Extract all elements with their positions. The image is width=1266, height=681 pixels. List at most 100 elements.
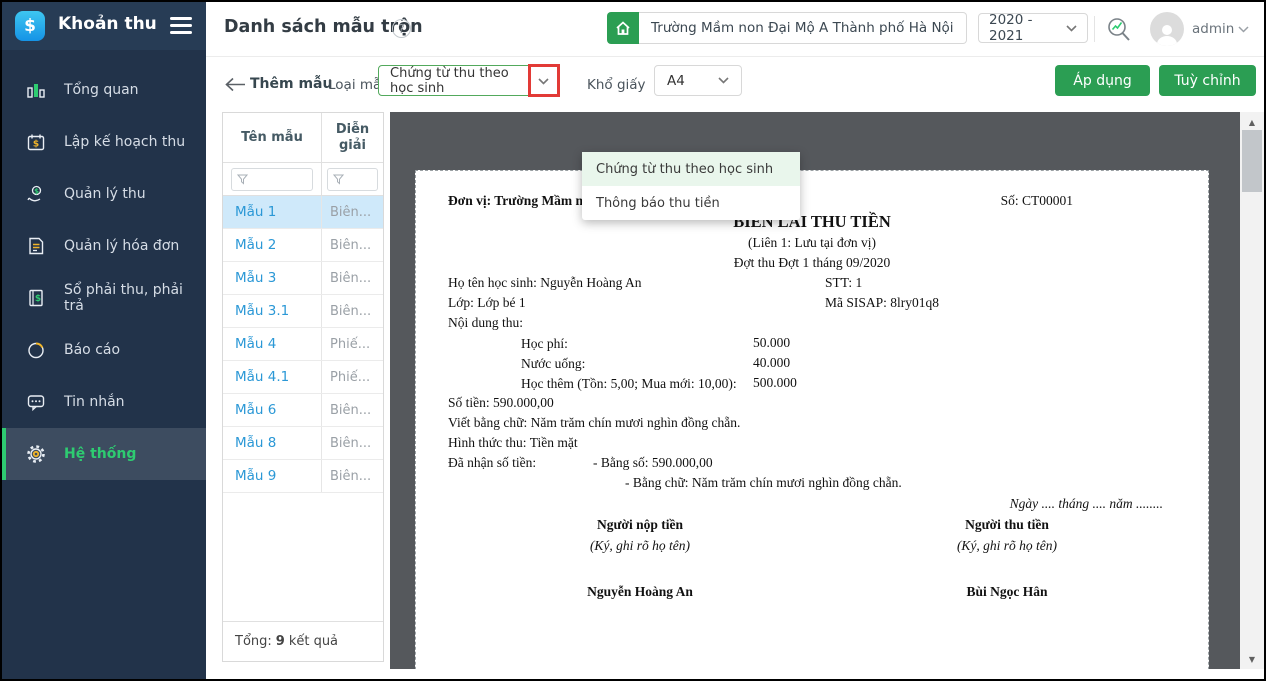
doc-signature-titles: Người nộp tiền Người thu tiền	[534, 514, 1113, 536]
sidebar-item-collection[interactable]: $ Quản lý thu	[2, 168, 206, 220]
school-year-select[interactable]: 2020 - 2021	[978, 12, 1088, 44]
customize-button[interactable]: Tuỳ chỉnh	[1159, 65, 1256, 96]
school-name[interactable]: Trường Mầm non Đại Mộ A Thành phố Hà Nội	[639, 12, 967, 44]
scroll-down-icon[interactable]: ▼	[1240, 651, 1264, 667]
paper-size-value: A4	[667, 72, 685, 89]
invoice-icon	[24, 234, 48, 258]
svg-text:$: $	[34, 188, 39, 196]
doc-date-line: Ngày .... tháng .... năm ........	[1009, 496, 1163, 511]
ledger-book-icon: $	[24, 286, 48, 310]
doc-number: Số: CT00001	[1000, 193, 1073, 208]
table-row[interactable]: Mẫu 9 Biên...	[223, 460, 383, 493]
sidebar-item-system[interactable]: Hệ thống	[2, 428, 206, 480]
template-type-select[interactable]: Chứng từ thu theo học sinh	[378, 65, 560, 96]
doc-received-row: Đã nhận số tiền: - Bằng số: 590.000,00	[448, 455, 713, 470]
app-window: $ Khoản thu Tổng quan $ Lập kế hoạch thu…	[0, 0, 1266, 681]
sidebar-item-invoices[interactable]: Quản lý hóa đơn	[2, 220, 206, 272]
doc-content-label: Nội dung thu:	[448, 315, 524, 330]
sidebar-item-label: Quản lý hóa đơn	[64, 238, 180, 254]
doc-class: Lớp: Lớp bé 1	[448, 295, 526, 310]
doc-total: Số tiền: 590.000,00	[448, 395, 554, 410]
doc-signature-notes: (Ký, ghi rõ họ tên) (Ký, ghi rõ họ tên)	[534, 536, 1113, 556]
doc-stt: STT: 1	[825, 275, 863, 290]
header-divider	[1094, 16, 1095, 42]
vertical-scrollbar[interactable]: ▲ ▼	[1240, 112, 1264, 669]
home-icon[interactable]	[607, 12, 639, 44]
sidebar-nav: Tổng quan $ Lập kế hoạch thu $ Quản lý t…	[2, 64, 206, 480]
sidebar-item-reports[interactable]: Báo cáo	[2, 324, 206, 376]
template-type-value: Chứng từ thu theo học sinh	[390, 65, 509, 96]
menu-toggle-icon[interactable]	[170, 17, 192, 38]
apply-button[interactable]: Áp dụng	[1055, 65, 1150, 96]
sidebar-item-overview[interactable]: Tổng quan	[2, 64, 206, 116]
table-footer: Tổng: 9 kết quả	[223, 621, 383, 661]
doc-collector-sign-note: (Ký, ghi rõ họ tên)	[956, 538, 1058, 553]
dropdown-option[interactable]: Chứng từ thu theo học sinh	[582, 152, 800, 186]
desc-filter-input[interactable]	[326, 167, 379, 191]
doc-payer-title: Người nộp tiền	[596, 517, 684, 532]
sidebar-item-label: Báo cáo	[64, 342, 121, 358]
table-row[interactable]: Mẫu 3.1 Biên...	[223, 295, 383, 328]
table-row[interactable]: Mẫu 2 Biên...	[223, 229, 383, 262]
add-template-label: Thêm mẫu	[250, 76, 333, 92]
username[interactable]: admin	[1192, 21, 1234, 37]
doc-student: Họ tên học sinh: Nguyễn Hoàng An	[448, 275, 642, 290]
chevron-down-icon	[1066, 24, 1077, 32]
chevron-down-icon	[718, 77, 729, 84]
table-row[interactable]: Mẫu 4 Phiế...	[223, 328, 383, 361]
sidebar: $ Khoản thu Tổng quan $ Lập kế hoạch thu…	[2, 2, 206, 679]
doc-sisap: Mã SISAP: 8lry01q8	[825, 295, 940, 310]
doc-in-words: Viết bằng chữ: Năm trăm chín mươi nghìn …	[448, 415, 741, 430]
avatar[interactable]	[1150, 12, 1184, 46]
message-bubble-icon	[24, 390, 48, 414]
doc-fee-row: Học thêm (Tồn: 5,00; Mua mới: 10,00): 50…	[521, 375, 797, 391]
sidebar-item-label: Tin nhắn	[64, 394, 125, 410]
svg-text:$: $	[33, 140, 39, 150]
doc-collector-title: Người thu tiền	[965, 517, 1049, 532]
scroll-up-icon[interactable]: ▲	[1240, 114, 1264, 130]
sidebar-item-receivables[interactable]: $ Sổ phải thu, phải trả	[2, 272, 206, 324]
table-row[interactable]: Mẫu 3 Biên...	[223, 262, 383, 295]
document-viewer: Đơn vị: Trường Mầm non Đại Mộ A Thành ph…	[390, 112, 1240, 669]
table-filter-row	[223, 163, 383, 196]
school-year-value: 2020 - 2021	[989, 12, 1033, 44]
column-header-name[interactable]: Tên mẫu	[223, 113, 322, 162]
paper-size-select[interactable]: A4	[654, 65, 742, 96]
doc-received-words: - Bằng chữ: Năm trăm chín mươi nghìn đồn…	[625, 475, 902, 490]
document-preview-page: Đơn vị: Trường Mầm non Đại Mộ A Thành ph…	[415, 170, 1209, 669]
templates-table: Tên mẫu Diễn giải Mẫu 1 Biên... Mẫu 2 Bi…	[222, 112, 384, 662]
hand-coin-icon: $	[24, 182, 48, 206]
school-selector[interactable]: Trường Mầm non Đại Mộ A Thành phố Hà Nội	[607, 12, 967, 44]
sidebar-item-messages[interactable]: Tin nhắn	[2, 376, 206, 428]
chevron-down-icon[interactable]	[1238, 26, 1249, 33]
sidebar-item-label: Tổng quan	[64, 82, 139, 98]
doc-period: Đợt thu Đợt 1 tháng 09/2020	[733, 255, 891, 270]
table-row[interactable]: Mẫu 8 Biên...	[223, 427, 383, 460]
sidebar-item-label: Sổ phải thu, phải trả	[64, 282, 183, 314]
doc-payer-name: Nguyễn Hoàng An	[587, 584, 693, 599]
table-row[interactable]: Mẫu 4.1 Phiế...	[223, 361, 383, 394]
dropdown-option[interactable]: Thông báo thu tiền	[582, 186, 800, 220]
sidebar-item-label: Hệ thống	[64, 446, 137, 462]
sidebar-item-label: Quản lý thu	[64, 186, 146, 202]
help-icon[interactable]: ?	[392, 19, 411, 38]
doc-copy-note: (Liên 1: Lưu tại đơn vị)	[747, 235, 877, 250]
back-arrow-icon[interactable]	[224, 77, 246, 96]
doc-collector-name: Bùi Ngọc Hân	[966, 584, 1048, 599]
table-header: Tên mẫu Diễn giải	[223, 113, 383, 163]
sidebar-item-label: Lập kế hoạch thu	[64, 134, 186, 150]
column-header-desc[interactable]: Diễn giải	[322, 113, 383, 162]
sidebar-header: $ Khoản thu	[2, 2, 206, 50]
name-filter-input[interactable]	[230, 167, 314, 191]
top-header: Danh sách mẫu trộn ? Trường Mầm non Đại …	[206, 2, 1264, 57]
template-toolbar: Thêm mẫu Loại mẫu Chứng từ thu theo học …	[206, 57, 1264, 220]
table-row[interactable]: Mẫu 1 Biên...	[223, 196, 383, 229]
search-chart-icon[interactable]	[1104, 15, 1134, 49]
app-title: Khoản thu	[58, 14, 157, 34]
scrollbar-thumb[interactable]	[1242, 130, 1262, 192]
sidebar-item-plan[interactable]: $ Lập kế hoạch thu	[2, 116, 206, 168]
chevron-down-icon	[538, 78, 549, 85]
table-row[interactable]: Mẫu 6 Biên...	[223, 394, 383, 427]
gear-icon	[24, 442, 48, 466]
calendar-dollar-icon: $	[24, 130, 48, 154]
